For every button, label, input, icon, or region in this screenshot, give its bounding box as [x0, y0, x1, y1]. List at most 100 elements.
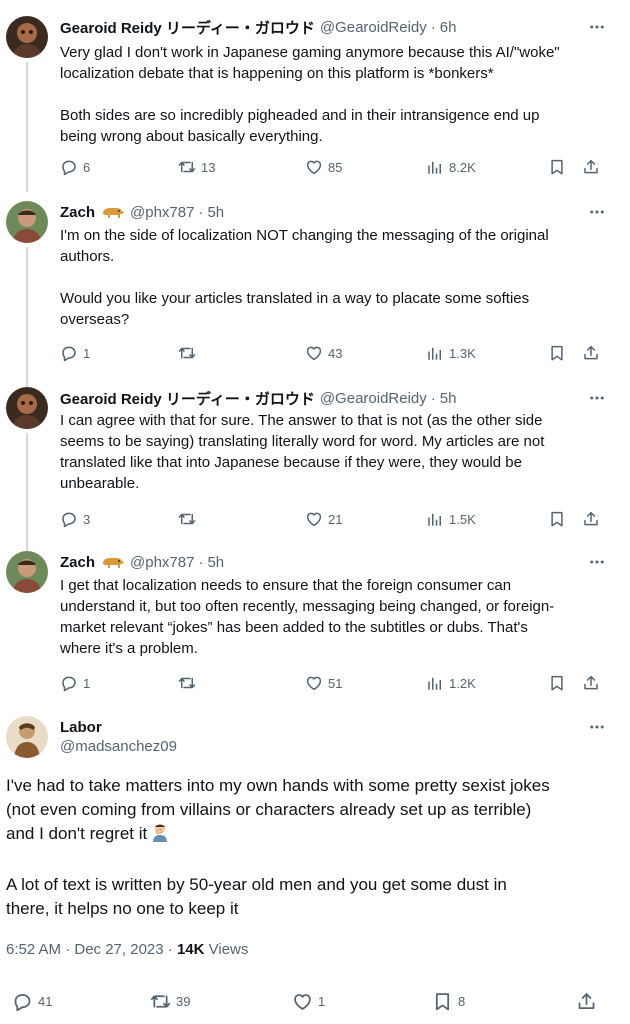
- bookmark-icon: [432, 991, 453, 1012]
- reply-button[interactable]: 6: [60, 156, 90, 178]
- avatar[interactable]: [6, 716, 48, 758]
- tweet-paragraph: A lot of text is written by 50-year old …: [6, 875, 507, 918]
- share-icon: [582, 510, 600, 528]
- reply-button[interactable]: 3: [60, 508, 90, 530]
- tweet-header: Zach @phx787 · 5h: [60, 201, 224, 223]
- bookmark-button[interactable]: [548, 342, 566, 364]
- author-name[interactable]: Zach: [60, 554, 95, 571]
- views-icon: [426, 510, 444, 528]
- author-name[interactable]: Labor: [60, 719, 102, 736]
- views-icon: [426, 344, 444, 362]
- tweet-text: I can agree with that for sure. The answ…: [60, 410, 610, 494]
- tweet-paragraph: I'm on the side of localization NOT chan…: [60, 227, 549, 265]
- bookmark-icon: [548, 344, 566, 362]
- main-action-bar: 41 39 1 8: [0, 990, 630, 1016]
- share-button[interactable]: [576, 990, 597, 1012]
- repost-button[interactable]: 13: [178, 156, 215, 178]
- author-name[interactable]: Zach: [60, 204, 95, 221]
- avatar[interactable]: [6, 387, 48, 429]
- repost-count: 39: [176, 993, 191, 1009]
- tweet-paragraph: I've had to take matters into my own han…: [6, 774, 606, 849]
- tweet-meta: 6:52 AM · Dec 27, 2023 · 14K Views: [6, 941, 248, 958]
- views-icon: [426, 674, 444, 692]
- like-icon: [305, 158, 323, 176]
- thread-line: [26, 433, 28, 553]
- reply-button[interactable]: 1: [60, 672, 90, 694]
- dog-emoji: [101, 205, 125, 219]
- reply-icon: [60, 158, 78, 176]
- views-button[interactable]: 8.2K: [426, 156, 476, 178]
- author-handle[interactable]: @phx787: [130, 204, 194, 221]
- like-icon: [305, 674, 323, 692]
- timestamp[interactable]: 5h: [440, 390, 457, 407]
- share-button[interactable]: [582, 672, 600, 694]
- author-handle[interactable]: @GearoidReidy: [320, 390, 427, 407]
- more-icon[interactable]: [586, 202, 608, 222]
- like-count: 1: [318, 993, 326, 1009]
- bookmark-button[interactable]: [548, 672, 566, 694]
- bookmark-button[interactable]: [548, 156, 566, 178]
- like-icon: [292, 991, 313, 1012]
- views-label: Views: [204, 941, 249, 958]
- share-button[interactable]: [582, 508, 600, 530]
- bookmark-icon: [548, 158, 566, 176]
- thread-line: [26, 247, 28, 387]
- share-button[interactable]: [582, 156, 600, 178]
- more-icon[interactable]: [586, 17, 608, 37]
- tweet-paragraph: I get that localization needs to ensure …: [60, 577, 555, 657]
- like-count: 85: [328, 159, 343, 175]
- timestamp[interactable]: 5h: [207, 204, 224, 221]
- author-name[interactable]: Gearoid Reidy リーディー・ガロウド: [60, 17, 315, 38]
- bookmark-button[interactable]: 8: [432, 990, 465, 1012]
- reply-button[interactable]: 41: [12, 990, 52, 1012]
- like-button[interactable]: 43: [305, 342, 342, 364]
- like-count: 21: [328, 511, 343, 527]
- timestamp[interactable]: 6h: [440, 19, 457, 36]
- share-button[interactable]: [582, 342, 600, 364]
- views-button[interactable]: 1.3K: [426, 342, 476, 364]
- repost-button[interactable]: [178, 342, 201, 364]
- reply-count: 3: [83, 511, 91, 527]
- action-bar: 6 13 85 8.2K: [60, 156, 605, 178]
- views-count: 1.3K: [449, 345, 476, 361]
- views-button[interactable]: 1.2K: [426, 672, 476, 694]
- repost-icon: [150, 991, 171, 1012]
- author-name[interactable]: Gearoid Reidy リーディー・ガロウド: [60, 388, 315, 409]
- like-button[interactable]: 1: [292, 990, 325, 1012]
- share-icon: [582, 674, 600, 692]
- tweet-paragraph: I can agree with that for sure. The answ…: [60, 412, 545, 492]
- tweet-header: Gearoid Reidy リーディー・ガロウド @GearoidReidy ·…: [60, 387, 456, 409]
- views-button[interactable]: 1.5K: [426, 508, 476, 530]
- author-handle[interactable]: @madsanchez09: [60, 738, 177, 755]
- author-handle[interactable]: @phx787: [130, 554, 194, 571]
- repost-button[interactable]: [178, 672, 201, 694]
- separator-dot: ·: [198, 203, 204, 221]
- reply-icon: [60, 344, 78, 362]
- repost-button[interactable]: 39: [150, 990, 190, 1012]
- views-icon: [426, 158, 444, 176]
- reply-button[interactable]: 1: [60, 342, 90, 364]
- repost-icon: [178, 674, 196, 692]
- like-button[interactable]: 85: [305, 156, 342, 178]
- timestamp[interactable]: 6:52 AM · Dec 27, 2023 ·: [6, 941, 177, 958]
- reply-count: 1: [83, 675, 91, 691]
- bookmark-button[interactable]: [548, 508, 566, 530]
- share-icon: [582, 344, 600, 362]
- like-button[interactable]: 51: [305, 672, 342, 694]
- like-icon: [305, 510, 323, 528]
- tweet-text: I get that localization needs to ensure …: [60, 575, 610, 659]
- more-icon[interactable]: [586, 552, 608, 572]
- tweet-text: Very glad I don't work in Japanese gamin…: [60, 42, 610, 147]
- more-icon[interactable]: [586, 388, 608, 408]
- reply-count: 1: [83, 345, 91, 361]
- author-handle[interactable]: @GearoidReidy: [320, 19, 427, 36]
- like-count: 51: [328, 675, 343, 691]
- avatar[interactable]: [6, 16, 48, 58]
- timestamp[interactable]: 5h: [207, 554, 224, 571]
- like-button[interactable]: 21: [305, 508, 342, 530]
- repost-button[interactable]: [178, 508, 201, 530]
- tweet-header: Gearoid Reidy リーディー・ガロウド @GearoidReidy ·…: [60, 16, 456, 38]
- avatar[interactable]: [6, 201, 48, 243]
- more-icon[interactable]: [586, 717, 608, 737]
- avatar[interactable]: [6, 551, 48, 593]
